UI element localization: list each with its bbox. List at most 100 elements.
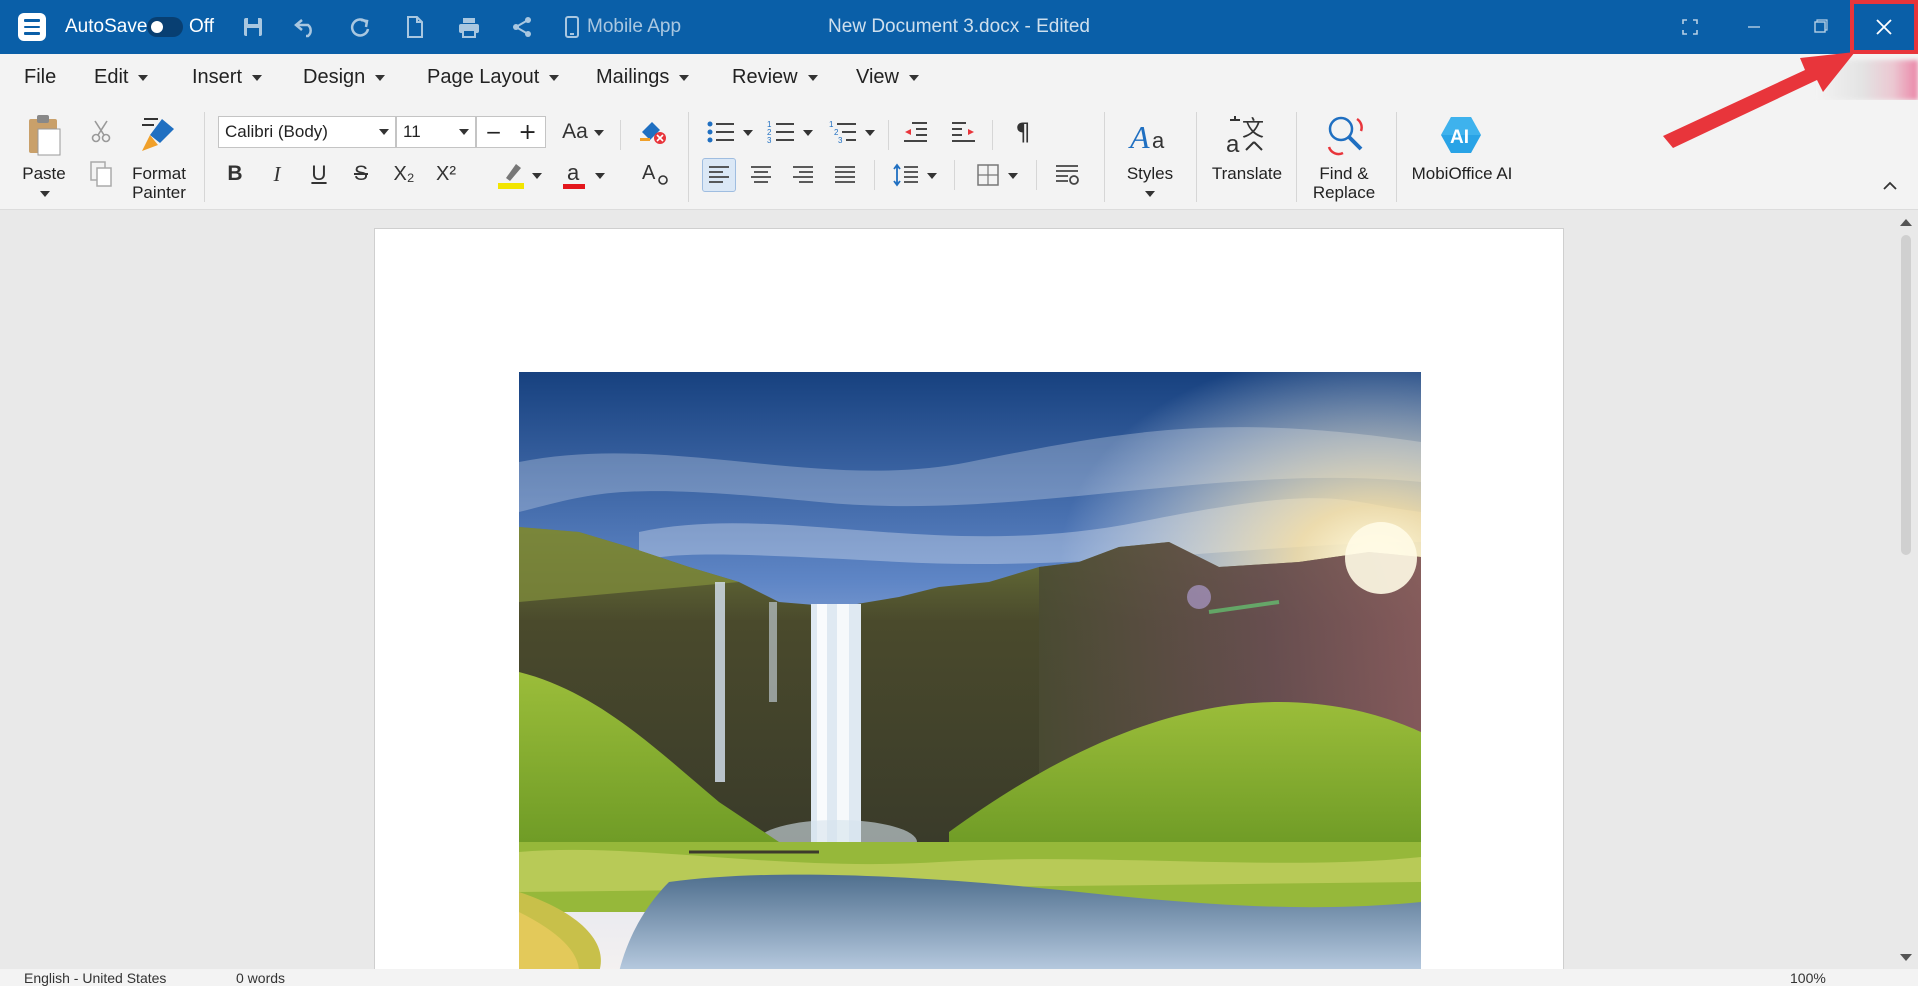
waterfall-image[interactable] <box>519 372 1421 972</box>
ribbon-separator <box>204 112 205 202</box>
underline-button[interactable]: U <box>306 158 332 190</box>
redo-icon[interactable] <box>346 0 376 54</box>
menu-label: Insert <box>192 65 243 88</box>
styles-icon[interactable]: Aa <box>1124 114 1176 158</box>
increase-indent-icon[interactable] <box>946 116 980 148</box>
language-status[interactable]: English - United States <box>24 970 166 986</box>
ribbon-separator <box>1396 112 1397 202</box>
borders-button[interactable] <box>970 158 1024 192</box>
align-right-icon[interactable] <box>786 158 820 192</box>
svg-text:a: a <box>567 160 580 185</box>
autosave-label: AutoSave <box>65 16 148 37</box>
zoom-level[interactable]: 100% <box>1790 970 1826 986</box>
text-effects-icon[interactable]: A <box>640 158 670 190</box>
find-label-line1: Find & <box>1319 164 1369 183</box>
new-document-icon[interactable] <box>400 0 430 54</box>
maximize-button[interactable] <box>1792 0 1848 54</box>
menu-page-layout[interactable]: Page Layout <box>427 54 560 100</box>
copy-icon[interactable] <box>88 160 114 188</box>
paste-icon[interactable] <box>22 112 66 158</box>
chevron-down-icon <box>549 75 560 81</box>
print-icon[interactable] <box>454 0 484 54</box>
chevron-down-icon <box>909 75 919 81</box>
font-size-stepper[interactable]: − + <box>476 116 546 148</box>
styles-chevron-icon[interactable] <box>1143 188 1157 198</box>
share-icon[interactable] <box>507 0 537 54</box>
increase-font-icon[interactable]: + <box>518 120 536 145</box>
bold-button[interactable]: B <box>222 158 248 190</box>
scroll-up-icon[interactable] <box>1900 219 1912 226</box>
borders-icon <box>977 164 999 186</box>
font-color-button[interactable]: a <box>556 158 610 192</box>
bullet-list-icon <box>707 121 734 143</box>
mobile-app-button[interactable]: Mobile App <box>565 0 681 54</box>
menu-review[interactable]: Review <box>732 54 818 100</box>
find-replace-label[interactable]: Find & Replace <box>1304 164 1384 202</box>
format-painter-label[interactable]: Format Painter <box>126 164 192 202</box>
save-icon[interactable] <box>238 0 268 54</box>
undo-icon[interactable] <box>291 0 321 54</box>
scroll-thumb[interactable] <box>1901 235 1911 555</box>
menu-file[interactable]: File <box>24 54 56 100</box>
change-case-button[interactable]: Aa <box>556 116 610 148</box>
chevron-down-icon <box>459 129 469 135</box>
svg-text:AI: AI <box>1450 127 1469 148</box>
paste-options-chevron-icon[interactable] <box>38 188 52 198</box>
find-replace-icon[interactable] <box>1318 112 1370 158</box>
mobioffice-ai-label: MobiOffice AI <box>1411 164 1513 183</box>
mobioffice-ai-icon[interactable]: AI <box>1436 112 1486 158</box>
italic-button[interactable]: I <box>264 158 290 190</box>
line-spacing-button[interactable] <box>888 158 942 192</box>
line-spacing-icon <box>893 163 918 187</box>
chevron-down-icon <box>803 130 813 136</box>
align-left-icon[interactable] <box>702 158 736 192</box>
strikethrough-button[interactable]: S <box>348 158 374 190</box>
numbering-button[interactable]: 123 <box>764 116 816 148</box>
ribbon-separator <box>688 112 689 202</box>
scroll-down-icon[interactable] <box>1900 954 1912 961</box>
menu-insert[interactable]: Insert <box>192 54 263 100</box>
translate-icon[interactable]: a文 <box>1222 112 1270 158</box>
mobile-app-label: Mobile App <box>587 16 682 37</box>
menu-mailings[interactable]: Mailings <box>596 54 690 100</box>
hamburger-icon <box>18 13 46 41</box>
vertical-scrollbar[interactable] <box>1894 211 1918 969</box>
ribbon-separator <box>954 160 955 190</box>
document-canvas[interactable] <box>0 211 1918 986</box>
decrease-font-icon[interactable]: − <box>485 120 502 144</box>
font-color-icon: a <box>563 160 585 189</box>
align-center-icon[interactable] <box>744 158 778 192</box>
cut-icon[interactable] <box>88 118 114 144</box>
clear-format-icon[interactable] <box>636 116 670 148</box>
svg-text:3: 3 <box>838 136 843 145</box>
chevron-down-icon <box>138 75 149 81</box>
autosave-toggle[interactable] <box>147 0 183 54</box>
superscript-button[interactable]: X² <box>430 158 462 190</box>
avatar[interactable] <box>1818 60 1918 100</box>
close-button[interactable] <box>1850 0 1918 54</box>
subscript-button[interactable]: X₂ <box>388 158 420 190</box>
status-bar: English - United States 0 words 100% <box>0 969 1918 986</box>
collapse-ribbon-icon[interactable] <box>1878 174 1902 198</box>
multilevel-list-button[interactable]: 123 <box>826 116 878 148</box>
font-name-select[interactable]: Calibri (Body) <box>218 116 396 148</box>
find-label-line2: Replace <box>1312 183 1376 202</box>
ribbon-separator <box>620 120 621 150</box>
bullets-button[interactable] <box>704 116 756 148</box>
menu-edit[interactable]: Edit <box>94 54 149 100</box>
menu-design[interactable]: Design <box>303 54 386 100</box>
font-size-value: 11 <box>403 122 421 141</box>
decrease-indent-icon[interactable] <box>898 116 932 148</box>
format-painter-icon[interactable] <box>136 114 180 154</box>
fullscreen-button[interactable] <box>1662 0 1718 54</box>
justify-icon[interactable] <box>828 158 862 192</box>
paragraph-settings-icon[interactable] <box>1050 158 1084 192</box>
font-size-select[interactable]: 11 <box>396 116 476 148</box>
font-name-value: Calibri (Body) <box>225 122 328 141</box>
pilcrow-icon[interactable]: ¶ <box>1008 116 1038 148</box>
minimize-button[interactable] <box>1726 0 1782 54</box>
app-menu-button[interactable] <box>18 0 50 54</box>
highlight-color-button[interactable] <box>494 158 544 192</box>
menu-view[interactable]: View <box>856 54 919 100</box>
document-page[interactable] <box>374 228 1564 986</box>
